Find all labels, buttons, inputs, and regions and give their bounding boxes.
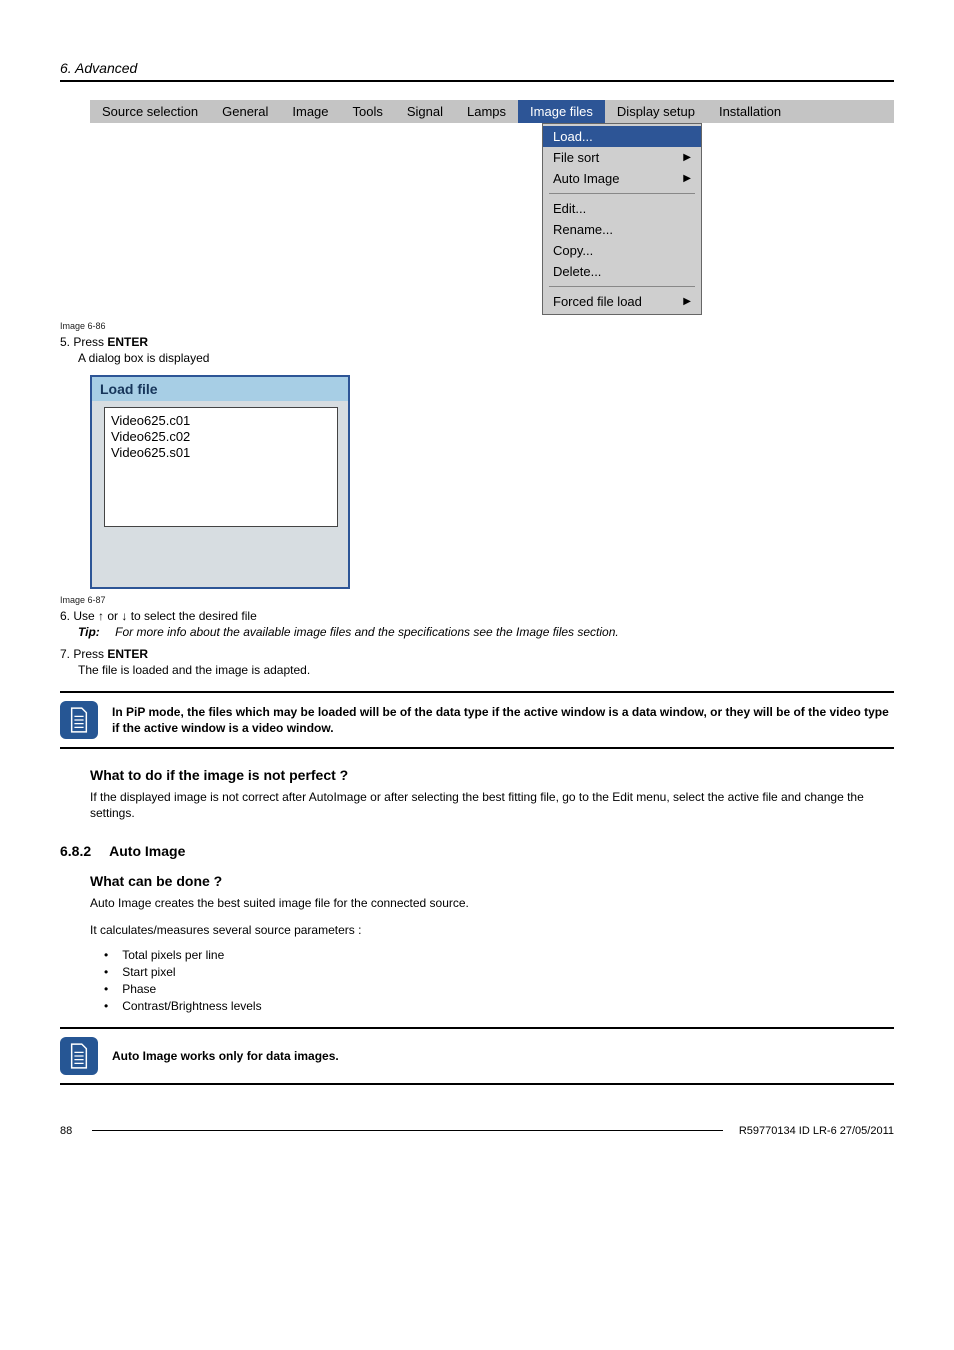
menu-separator (549, 286, 695, 287)
tip-text: For more info about the available image … (115, 625, 619, 639)
tip-label: Tip: (78, 625, 100, 639)
step-7-after: The file is loaded and the image is adap… (78, 663, 894, 677)
what-to-do-text: If the displayed image is not correct af… (90, 789, 894, 821)
dropdown-item-label: Rename... (553, 222, 613, 237)
submenu-arrow-icon: ▶ (683, 173, 691, 184)
menu-item[interactable]: Image (280, 100, 340, 123)
note-text: In PiP mode, the files which may be load… (112, 704, 894, 736)
bullet-item: Phase (104, 982, 894, 996)
dropdown-panel: Load... File sort ▶ Auto Image ▶ Edit... Renam… (542, 123, 702, 315)
dropdown-item-label: File sort (553, 150, 599, 165)
page-footer: 88 R59770134 ID LR-6 27/05/2011 (60, 1125, 894, 1137)
menu-item[interactable]: Lamps (455, 100, 518, 123)
canbe-p2: It calculates/measures several source pa… (90, 922, 894, 938)
menu-item[interactable]: Image files (518, 100, 605, 123)
menu-item[interactable]: Installation (707, 100, 793, 123)
step-5-sub: A dialog box is displayed (78, 351, 894, 365)
step-7-text: 7. Press (60, 647, 107, 661)
dialog-list: Video625.c01Video625.c02Video625.s01 (104, 407, 338, 527)
bullet-item: Start pixel (104, 965, 894, 979)
menu-item[interactable]: Display setup (605, 100, 707, 123)
step-6: 6. Use ↑ or ↓ to select the desired file (60, 609, 894, 623)
dropdown-item-label: Load... (553, 129, 593, 144)
note-icon (60, 1037, 98, 1075)
dialog-title: Load file (92, 377, 348, 401)
page-number: 88 (60, 1125, 72, 1137)
menu-item[interactable]: Tools (341, 100, 395, 123)
submenu-arrow-icon: ▶ (683, 296, 691, 307)
step-6-tip: Tip: For more info about the available i… (78, 625, 894, 639)
dropdown-item[interactable]: Auto Image ▶ (543, 168, 701, 189)
menu-item[interactable]: General (210, 100, 280, 123)
enter-key: ENTER (107, 647, 148, 661)
menubar: Source selectionGeneralImageToolsSignalL… (90, 100, 894, 123)
submenu-arrow-icon: ▶ (683, 152, 691, 163)
heading-what-to-do: What to do if the image is not perfect ? (90, 767, 894, 783)
bullet-item: Contrast/Brightness levels (104, 999, 894, 1013)
dropdown-item-label: Auto Image (553, 171, 620, 186)
note-text: Auto Image works only for data images. (112, 1048, 339, 1064)
dropdown-item[interactable]: Copy... (543, 240, 701, 261)
dropdown-item-label: Edit... (553, 201, 586, 216)
note-icon (60, 701, 98, 739)
file-item[interactable]: Video625.c02 (111, 429, 331, 444)
note-auto-image: Auto Image works only for data images. (60, 1027, 894, 1085)
menu-item[interactable]: Source selection (90, 100, 210, 123)
menu-figure: Source selectionGeneralImageToolsSignalL… (90, 100, 894, 315)
dropdown-item-label: Copy... (553, 243, 593, 258)
step-7: 7. Press ENTER (60, 647, 894, 661)
file-item[interactable]: Video625.c01 (111, 413, 331, 428)
dropdown-item[interactable]: Delete... (543, 261, 701, 282)
footer-rule (92, 1130, 723, 1131)
dropdown-item[interactable]: Forced file load ▶ (543, 291, 701, 312)
dropdown-item[interactable]: Edit... (543, 198, 701, 219)
parameter-bullets: Total pixels per line Start pixel Phase Con… (104, 948, 894, 1013)
section-heading: 6.8.2 Auto Image (60, 843, 894, 859)
dropdown-item-label: Delete... (553, 264, 601, 279)
step-5: 5. Press ENTER (60, 335, 894, 349)
load-file-dialog: Load file Video625.c01Video625.c02Video6… (90, 375, 350, 589)
enter-key: ENTER (107, 335, 148, 349)
chapter-heading: 6. Advanced (60, 60, 894, 82)
note-pip: In PiP mode, the files which may be load… (60, 691, 894, 749)
canbe-p1: Auto Image creates the best suited image… (90, 895, 894, 911)
section-number: 6.8.2 (60, 843, 91, 859)
figure-caption-menu: Image 6-86 (60, 321, 894, 331)
menu-item[interactable]: Signal (395, 100, 455, 123)
file-item[interactable]: Video625.s01 (111, 445, 331, 460)
dropdown-item[interactable]: Rename... (543, 219, 701, 240)
doc-reference: R59770134 ID LR-6 27/05/2011 (739, 1125, 894, 1137)
bullet-item: Total pixels per line (104, 948, 894, 962)
menu-separator (549, 193, 695, 194)
section-title: Auto Image (109, 843, 185, 859)
heading-what-can-be-done: What can be done ? (90, 873, 894, 889)
dropdown-item[interactable]: File sort ▶ (543, 147, 701, 168)
dropdown-item[interactable]: Load... (543, 126, 701, 147)
figure-caption-dialog: Image 6-87 (60, 595, 894, 605)
dropdown-item-label: Forced file load (553, 294, 642, 309)
step-5-text: 5. Press (60, 335, 107, 349)
